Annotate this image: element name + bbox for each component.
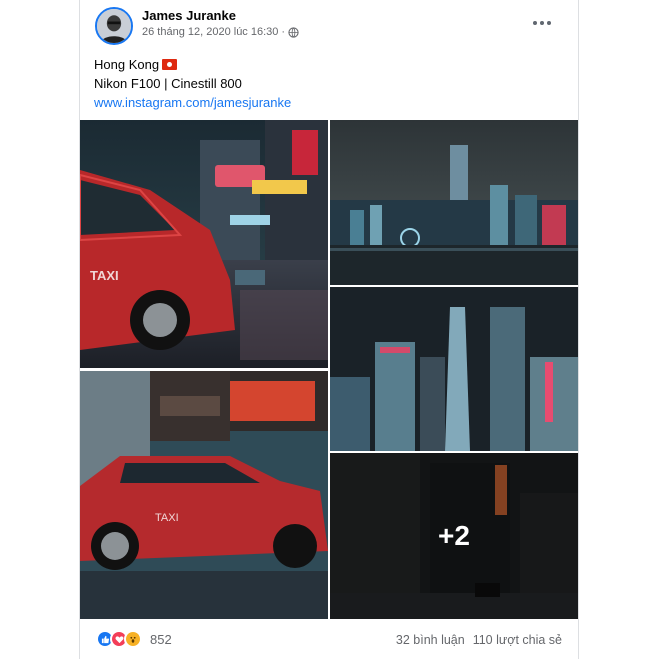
photo-taxi-street[interactable]: TAXI	[80, 120, 328, 368]
comment-count[interactable]: 32 bình luận	[396, 633, 465, 647]
caption-line-camera: Nikon F100 | Cinestill 800	[94, 76, 242, 91]
avatar[interactable]	[95, 7, 133, 45]
wow-icon	[124, 630, 142, 648]
globe-icon[interactable]	[288, 26, 299, 38]
hong-kong-flag-icon	[162, 59, 178, 70]
more-options-icon[interactable]	[530, 13, 554, 33]
post-timestamp[interactable]: 26 tháng 12, 2020 lúc 16:30	[142, 26, 278, 38]
meta-separator: ·	[281, 26, 286, 38]
photo-taxi-side[interactable]: TAXI	[80, 371, 328, 619]
photo-night-street-more[interactable]: +2	[330, 453, 578, 619]
post-header: James Juranke 26 tháng 12, 2020 lúc 16:3…	[80, 0, 578, 50]
author-name[interactable]: James Juranke	[142, 8, 236, 23]
facebook-post: James Juranke 26 tháng 12, 2020 lúc 16:3…	[79, 0, 579, 659]
photo-central-towers[interactable]	[330, 287, 578, 451]
caption-line-location: Hong Kong	[94, 57, 160, 72]
photo-harbour-skyline[interactable]	[330, 120, 578, 285]
instagram-link[interactable]: www.instagram.com/jamesjuranke	[94, 95, 291, 110]
svg-text:TAXI: TAXI	[155, 512, 179, 524]
reaction-count: 852	[150, 631, 172, 647]
reactions-summary[interactable]: 852	[96, 630, 172, 648]
post-caption: Hong Kong Nikon F100 | Cinestill 800 www…	[94, 55, 291, 112]
post-footer: 852 32 bình luận 110 lượt chia sẻ	[80, 627, 578, 653]
more-photos-overlay[interactable]: +2	[330, 453, 578, 619]
engagement-stats: 32 bình luận 110 lượt chia sẻ	[396, 633, 562, 647]
share-count[interactable]: 110 lượt chia sẻ	[473, 633, 562, 647]
post-meta: 26 tháng 12, 2020 lúc 16:30 ·	[142, 26, 299, 38]
svg-text:TAXI: TAXI	[90, 268, 119, 283]
